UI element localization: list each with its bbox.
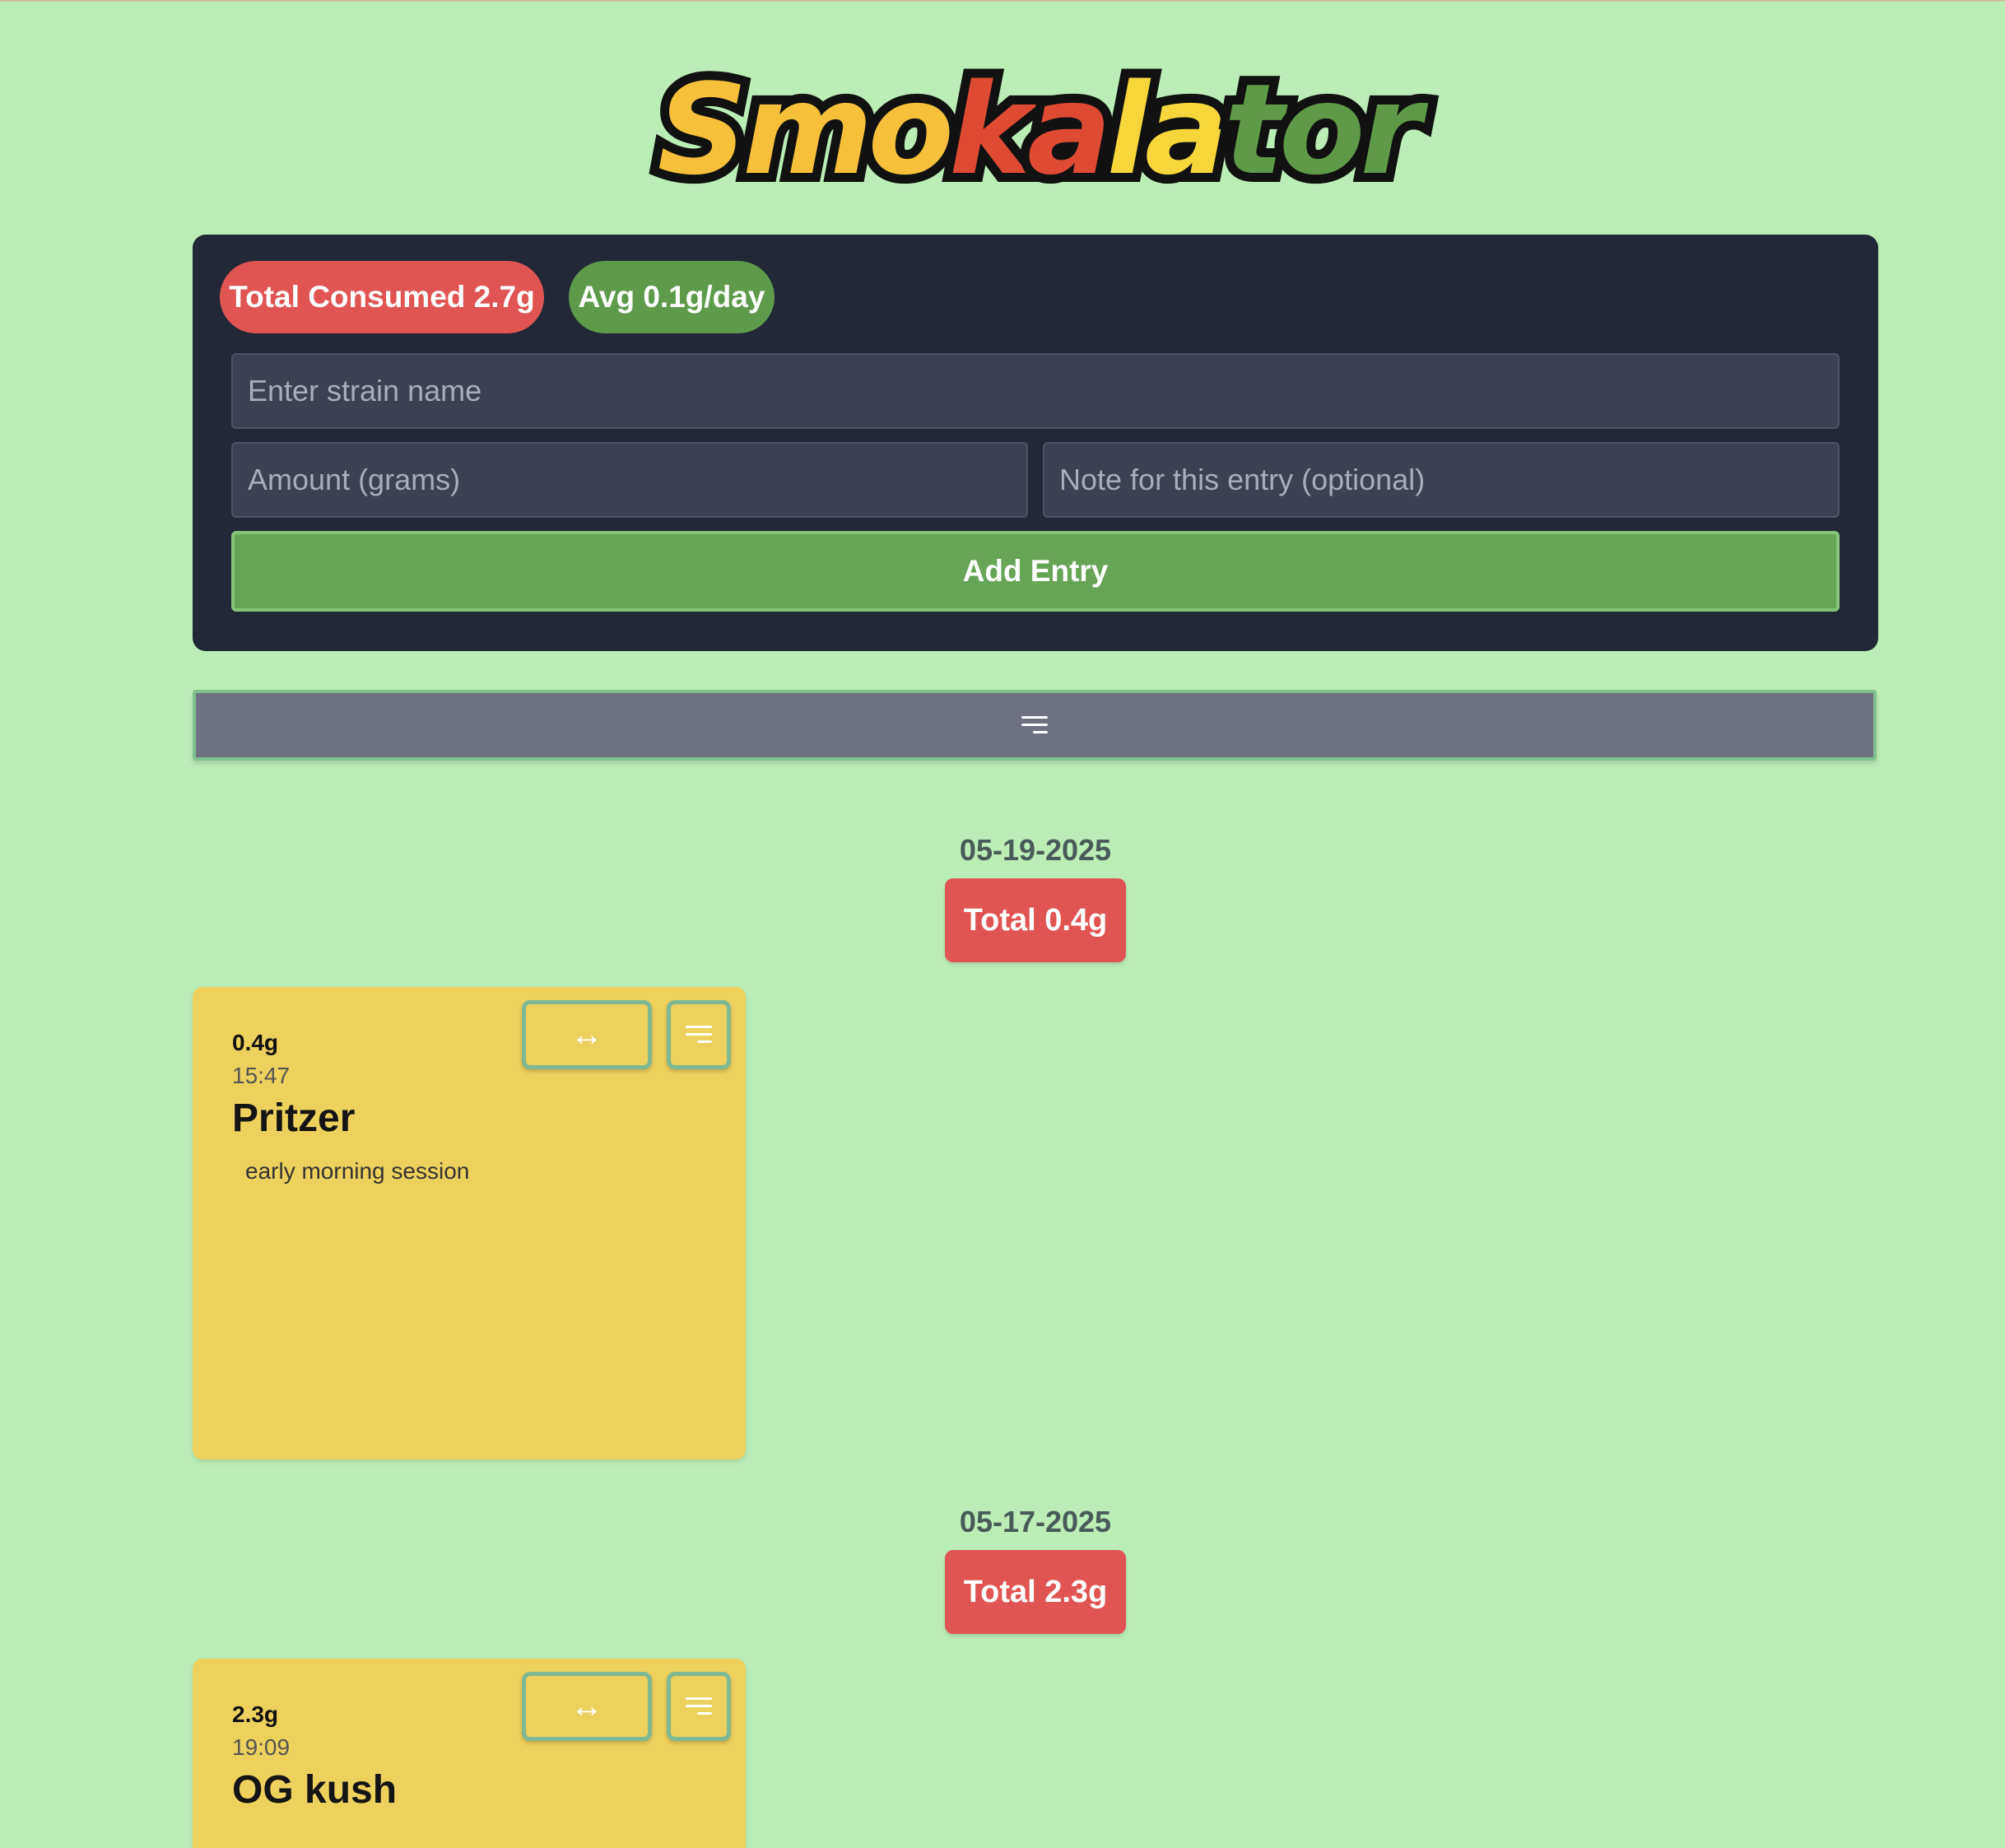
filter-lines-icon [1021, 715, 1048, 736]
logo-letter: a [1018, 48, 1120, 212]
logo-letter: l [1098, 48, 1159, 212]
entry-menu-button[interactable] [667, 1000, 731, 1069]
amount-input[interactable] [231, 442, 1028, 518]
lines-icon [686, 1696, 712, 1717]
filter-toggle-bar[interactable] [193, 690, 1877, 761]
entry-time: 19:09 [232, 1734, 291, 1760]
move-entry-button[interactable]: ↔ [522, 1000, 652, 1069]
entry-amount: 0.4g [232, 1030, 279, 1055]
average-badge: Avg 0.1g/day [569, 261, 775, 333]
move-entry-button[interactable]: ↔ [522, 1672, 652, 1741]
logo-letter: a [1136, 48, 1238, 212]
entry-amount: 2.3g [232, 1701, 279, 1727]
double-arrow-icon: ↔ [570, 1016, 603, 1053]
day-date: 05-19-2025 [959, 833, 1112, 867]
logo-letter: t [1215, 48, 1293, 212]
day-total-badge: Total 0.4g [945, 878, 1126, 962]
day-date: 05-17-2025 [959, 1505, 1112, 1538]
lines-icon [686, 1024, 712, 1045]
logo-letter: o [1270, 48, 1375, 212]
add-entry-button[interactable]: Add Entry [231, 531, 1840, 612]
entry-card: ↔ 2.3g 19:09 OG kush [193, 1659, 746, 1848]
entry-strain: OG kush [232, 1768, 398, 1812]
note-input[interactable] [1043, 442, 1840, 518]
logo-letter: k [940, 48, 1041, 212]
entry-strain: Pritzer [232, 1096, 356, 1140]
day-total-badge: Total 2.3g [945, 1550, 1126, 1634]
app-logo: S m o k a l a t o r [649, 48, 1431, 212]
strain-name-input[interactable] [231, 353, 1840, 429]
logo-letter: r [1351, 48, 1430, 212]
entry-panel: Total Consumed 2.7g Avg 0.1g/day Add Ent… [193, 235, 1878, 651]
entry-time: 15:47 [232, 1063, 291, 1088]
logo-letter: S [649, 48, 757, 212]
logo-letter: o [858, 48, 963, 212]
entry-note: early morning session [245, 1158, 470, 1184]
logo-letter: m [733, 48, 882, 212]
double-arrow-icon: ↔ [570, 1687, 603, 1725]
total-consumed-badge: Total Consumed 2.7g [220, 261, 544, 333]
entry-card: ↔ 0.4g 15:47 Pritzer early morning sessi… [193, 987, 746, 1459]
entry-menu-button[interactable] [667, 1672, 731, 1741]
